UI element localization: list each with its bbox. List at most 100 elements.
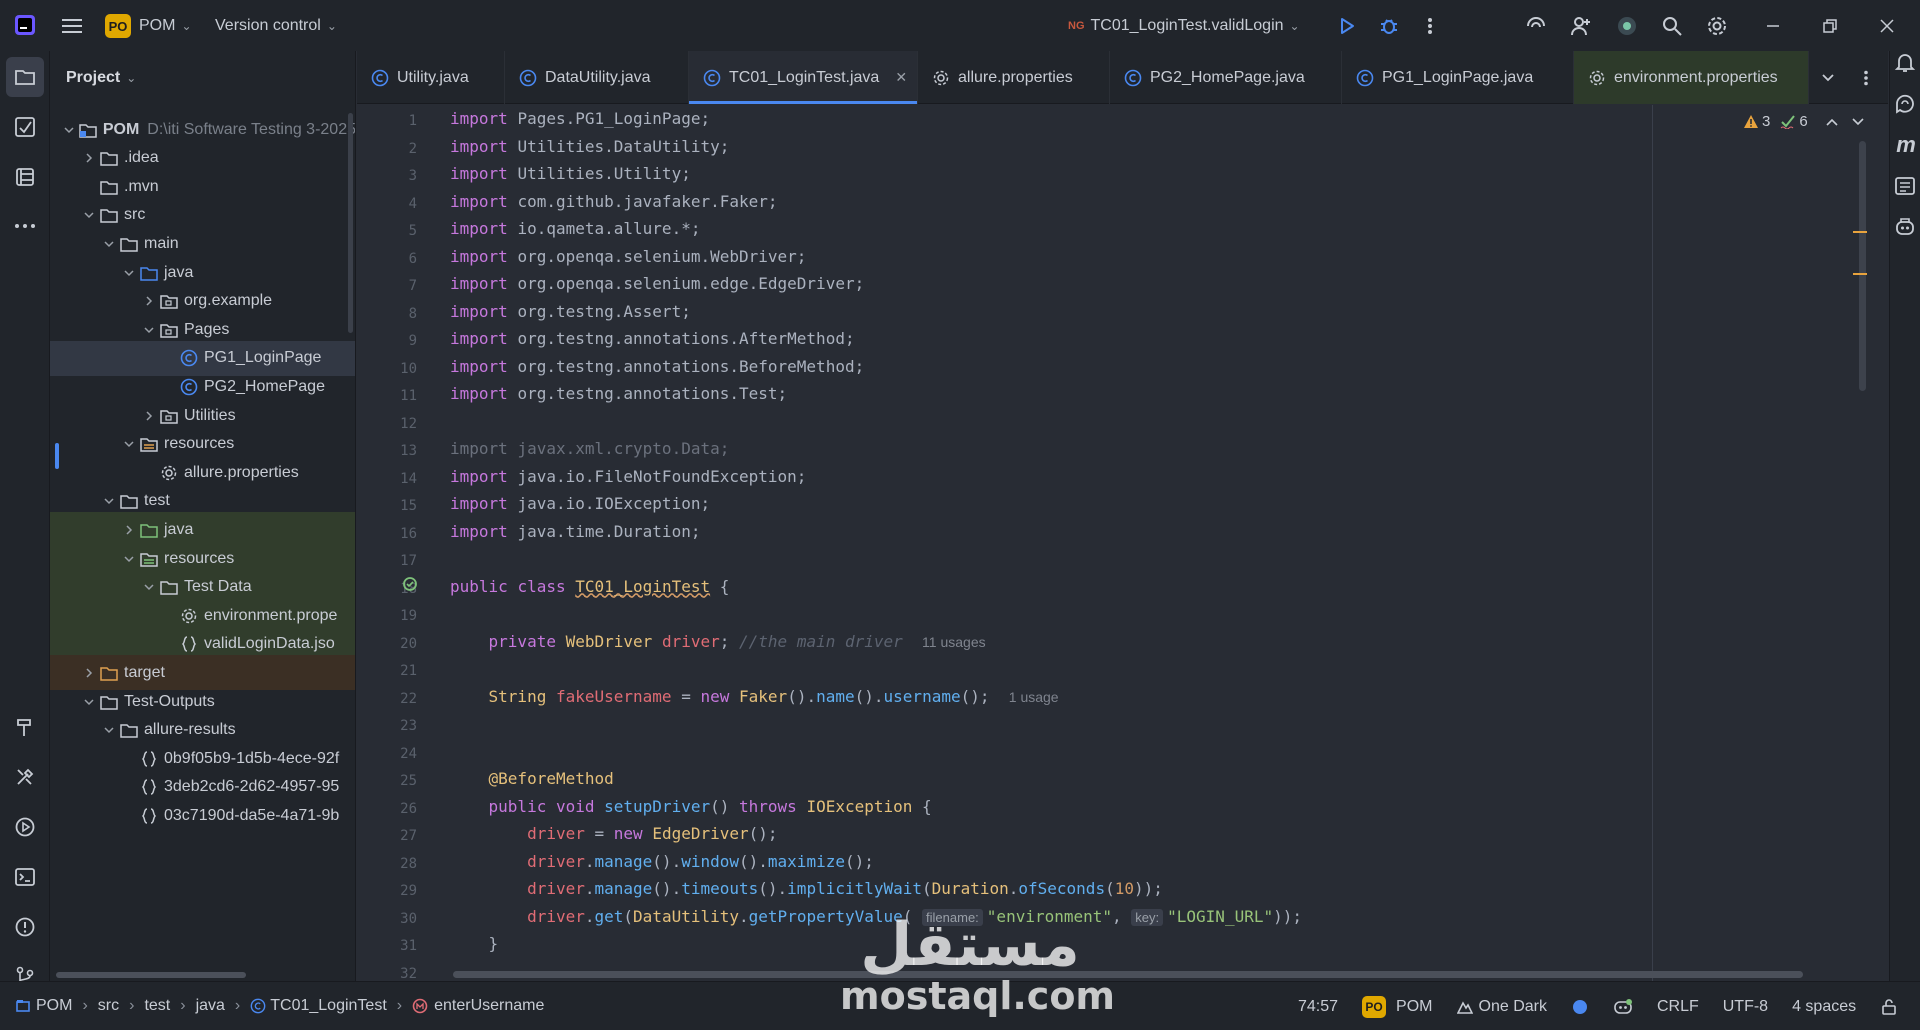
chevron-down-icon[interactable] xyxy=(60,126,77,134)
tab-list-chevron-icon[interactable] xyxy=(1809,51,1847,104)
code-line[interactable]: import org.testng.annotations.AfterMetho… xyxy=(450,325,855,353)
close-window-icon[interactable] xyxy=(1872,12,1902,40)
chevron-down-icon[interactable] xyxy=(140,326,158,334)
database-icon[interactable] xyxy=(1894,175,1918,199)
close-tab-icon[interactable]: ✕ xyxy=(895,69,907,86)
breadcrumb-item[interactable]: POM xyxy=(36,997,72,1015)
cursor-position[interactable]: 74:57 xyxy=(1298,998,1338,1016)
tab-tc01-logintest-java[interactable]: TC01_LoginTest.java ✕ xyxy=(689,51,918,104)
breadcrumb-item[interactable]: src xyxy=(98,997,119,1015)
chevron-down-icon[interactable] xyxy=(80,211,98,219)
code-line[interactable]: import org.testng.Assert; xyxy=(450,298,691,326)
add-user-icon[interactable] xyxy=(1567,12,1595,40)
more-actions-icon[interactable] xyxy=(1416,12,1444,40)
run-config-selector[interactable]: NG TC01_LoginTest.validLogin ⌄ xyxy=(1068,12,1300,40)
build-hammer-icon[interactable] xyxy=(0,707,50,747)
tab-datautility-java[interactable]: DataUtility.java xyxy=(505,51,689,104)
minimize-window-icon[interactable] xyxy=(1758,12,1788,40)
code-line[interactable]: public class TC01_LoginTest { xyxy=(450,573,729,601)
code-line[interactable]: import Utilities.DataUtility; xyxy=(450,133,729,161)
code-line[interactable]: import javax.xml.crypto.Data; xyxy=(450,435,729,463)
theme-switcher[interactable]: One Dark xyxy=(1456,998,1547,1016)
code-line[interactable]: } xyxy=(450,930,499,958)
code-line[interactable]: import org.openqa.selenium.edge.EdgeDriv… xyxy=(450,270,864,298)
breadcrumb-item[interactable]: TC01_LoginTest xyxy=(270,997,387,1015)
code-line[interactable]: driver = new EdgeDriver(); xyxy=(450,820,777,848)
chevron-down-icon[interactable] xyxy=(100,240,118,248)
project-switcher[interactable]: PO POM ⌄ xyxy=(105,12,192,40)
inspection-widget[interactable]: 3 6 xyxy=(1743,113,1864,130)
services-tools-icon[interactable] xyxy=(0,757,50,797)
tab-pg1-loginpage-java[interactable]: PG1_LoginPage.java xyxy=(1342,51,1574,104)
code-line[interactable]: import com.github.javafaker.Faker; xyxy=(450,188,778,216)
main-menu-icon[interactable] xyxy=(58,12,86,40)
project-tool-folder-icon[interactable] xyxy=(6,57,44,97)
code-line[interactable]: import org.testng.annotations.Test; xyxy=(450,380,787,408)
chevron-down-icon[interactable] xyxy=(100,497,118,505)
chevron-down-icon[interactable] xyxy=(100,726,118,734)
breadcrumb-item[interactable]: java xyxy=(196,997,225,1015)
code-line[interactable]: import java.io.IOException; xyxy=(450,490,710,518)
structure-tool-icon[interactable] xyxy=(0,157,50,197)
editor-vertical-scrollbar[interactable] xyxy=(1859,141,1866,391)
ai-assistant-icon[interactable] xyxy=(1522,12,1550,40)
code-line[interactable]: @BeforeMethod xyxy=(450,765,614,793)
copilot-icon[interactable] xyxy=(1613,12,1641,40)
code-line[interactable]: String fakeUsername = new Faker().name()… xyxy=(450,683,1059,711)
more-tools-icon[interactable] xyxy=(0,206,50,246)
terminal-icon[interactable] xyxy=(0,857,50,897)
editor-horizontal-scrollbar[interactable] xyxy=(453,971,1803,978)
tab-pg2-homepage-java[interactable]: PG2_HomePage.java xyxy=(1110,51,1342,104)
chevron-down-icon[interactable] xyxy=(80,698,98,706)
code-line[interactable]: import io.qameta.allure.*; xyxy=(450,215,700,243)
tab-allure-properties[interactable]: allure.properties xyxy=(918,51,1110,104)
run-test-gutter-icon[interactable] xyxy=(402,576,420,594)
chevron-down-icon[interactable] xyxy=(120,440,138,448)
notifications-bell-icon[interactable] xyxy=(1894,51,1918,75)
code-line[interactable]: import java.io.FileNotFoundException; xyxy=(450,463,806,491)
code-line[interactable]: driver.get(DataUtility.getPropertyValue(… xyxy=(450,903,1302,931)
ai-chat-icon[interactable] xyxy=(1894,93,1918,117)
error-stripe-mark[interactable] xyxy=(1853,273,1867,275)
chevron-right-icon[interactable] xyxy=(140,296,158,306)
chevron-right-icon[interactable] xyxy=(80,668,98,678)
tab-utility-java[interactable]: Utility.java xyxy=(357,51,505,104)
tab-environment-properties[interactable]: environment.properties xyxy=(1574,51,1809,104)
restore-window-icon[interactable] xyxy=(1815,12,1845,40)
chevron-right-icon[interactable] xyxy=(120,525,138,535)
indent-setting[interactable]: 4 spaces xyxy=(1792,998,1856,1016)
version-control-menu[interactable]: Version control ⌄ xyxy=(215,12,337,40)
code-line[interactable]: driver.manage().window().maximize(); xyxy=(450,848,874,876)
code-line[interactable]: import org.testng.annotations.BeforeMeth… xyxy=(450,353,864,381)
breadcrumb-item[interactable]: test xyxy=(144,997,170,1015)
code-line[interactable]: public void setupDriver() throws IOExcep… xyxy=(450,793,932,821)
chevron-right-icon[interactable] xyxy=(80,153,98,163)
previous-highlight-icon[interactable] xyxy=(1826,117,1838,127)
problems-icon[interactable] xyxy=(0,907,50,947)
tab-more-options-icon[interactable] xyxy=(1847,51,1885,104)
chevron-down-icon[interactable] xyxy=(120,269,138,277)
error-stripe-mark[interactable] xyxy=(1853,231,1867,233)
code-line[interactable]: driver.manage().timeouts().implicitlyWai… xyxy=(450,875,1163,903)
code-line[interactable]: import Utilities.Utility; xyxy=(450,160,691,188)
settings-gear-icon[interactable] xyxy=(1703,12,1731,40)
project-status[interactable]: PO POM xyxy=(1362,995,1433,1018)
debug-icon[interactable] xyxy=(1375,12,1403,40)
tree-item[interactable]: 03c7190d-da5e-4a71-9b xyxy=(50,798,355,833)
project-vertical-scrollbar[interactable] xyxy=(348,113,353,333)
search-icon[interactable] xyxy=(1658,12,1686,40)
maven-icon[interactable]: m xyxy=(1894,133,1918,157)
run-icon[interactable] xyxy=(1333,12,1361,40)
commit-tool-icon[interactable] xyxy=(0,107,50,147)
code-line[interactable]: import Pages.PG1_LoginPage; xyxy=(450,105,710,133)
app-logo-icon[interactable] xyxy=(12,12,38,38)
line-separator[interactable]: CRLF xyxy=(1657,998,1699,1016)
chevron-down-icon[interactable] xyxy=(120,555,138,563)
copilot-status-icon[interactable] xyxy=(1613,998,1633,1016)
code-editor[interactable]: 1 2 3 4 5 6 7 8 9 10 11 12 13 14 15 16 17 18 19 20 21 22 23 24 2… xyxy=(357,105,1888,981)
run-tool-icon[interactable] xyxy=(0,807,50,847)
code-line[interactable]: import org.openqa.selenium.WebDriver; xyxy=(450,243,806,271)
next-highlight-icon[interactable] xyxy=(1852,117,1864,127)
chevron-down-icon[interactable] xyxy=(140,583,158,591)
code-line[interactable]: private WebDriver driver; //the main dri… xyxy=(450,628,986,656)
